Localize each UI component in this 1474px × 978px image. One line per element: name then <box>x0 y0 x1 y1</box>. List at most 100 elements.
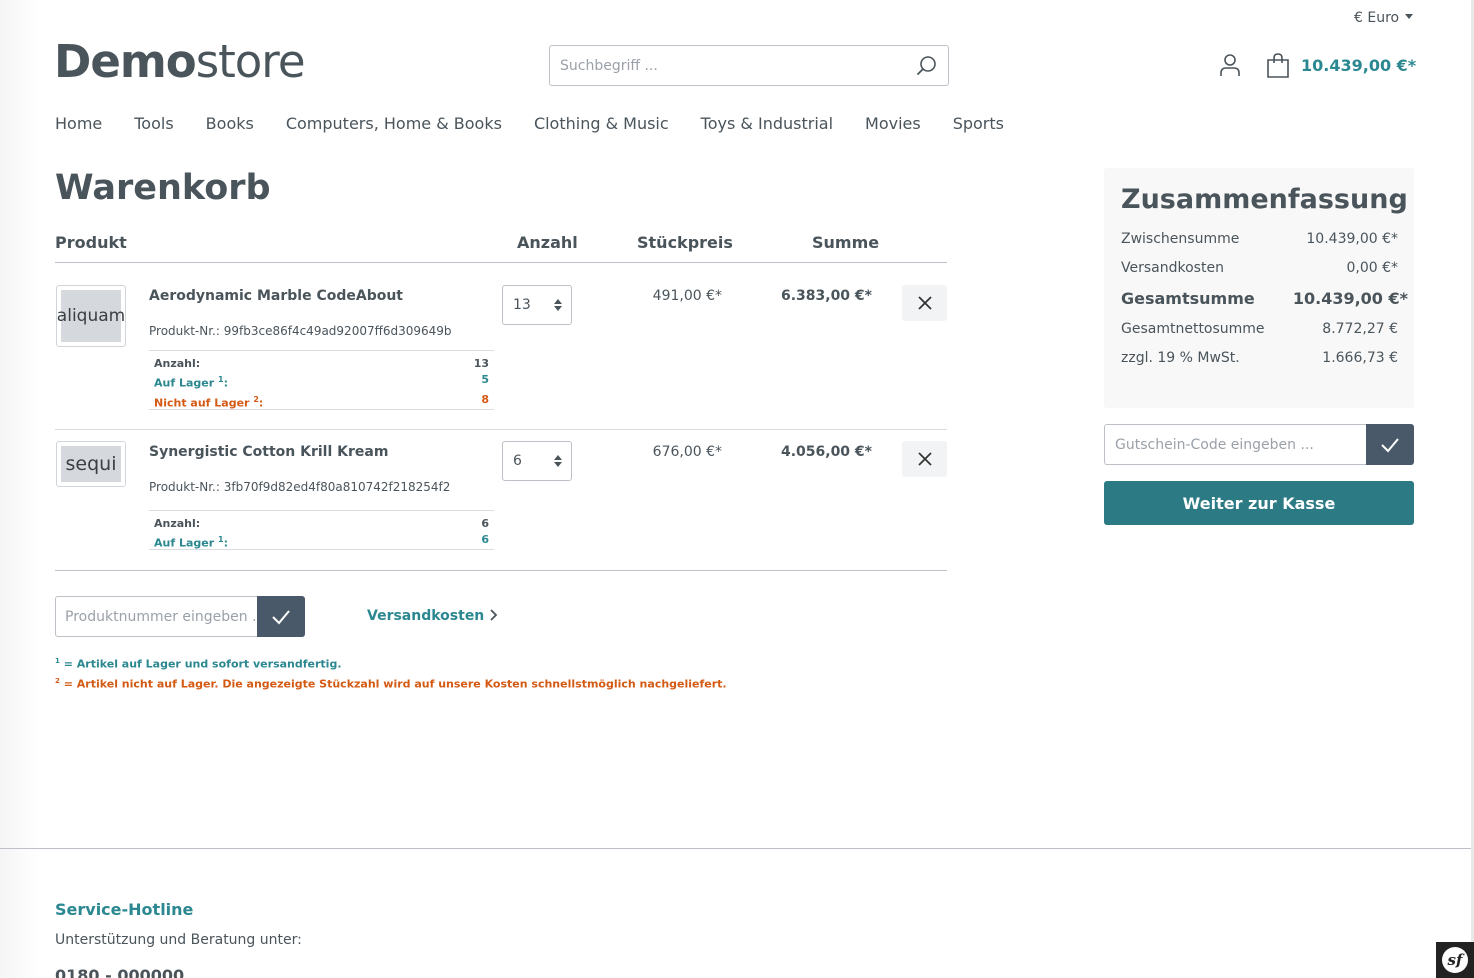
quantity-select[interactable]: 13 <box>502 285 572 325</box>
shipping-costs-link[interactable]: Versandkosten <box>367 608 498 624</box>
quantity-select[interactable]: 6 <box>502 441 572 481</box>
stock-qty-value: 6 <box>481 517 489 530</box>
voucher-code-input[interactable] <box>1104 424 1366 465</box>
nav-item-clothing-music[interactable]: Clothing & Music <box>534 114 669 133</box>
stock-row-quantity: Anzahl: 6 <box>154 516 489 532</box>
summary-value: 8.772,27 € <box>1322 321 1398 337</box>
nav-item-sports[interactable]: Sports <box>953 114 1004 133</box>
service-hotline-text: Unterstützung und Beratung unter: <box>55 932 302 948</box>
stock-qty-label: Anzahl: <box>154 517 201 530</box>
shipping-costs-label: Versandkosten <box>367 608 485 624</box>
in-stock-label-text: Auf Lager <box>154 536 215 550</box>
main-navigation: Home Tools Books Computers, Home & Books… <box>55 114 1036 133</box>
in-stock-value: 5 <box>481 373 489 386</box>
in-stock-label: Auf Lager 1: <box>154 375 228 390</box>
select-arrows-icon <box>554 455 562 467</box>
summary-value: 1.666,73 € <box>1322 350 1398 366</box>
footnote-text-2: = Artikel nicht auf Lager. Die angezeigt… <box>59 677 727 691</box>
product-name-link[interactable]: Synergistic Cotton Krill Kream <box>149 444 388 460</box>
nav-item-tools[interactable]: Tools <box>134 114 173 133</box>
column-header-product: Produkt <box>55 233 127 252</box>
shopping-bag-icon[interactable] <box>1266 53 1290 79</box>
out-of-stock-footnote-mark: 2 <box>253 394 259 404</box>
product-name-link[interactable]: Aerodynamic Marble CodeAbout <box>149 288 403 304</box>
summary-row-grand-total: Gesamtsumme 10.439,00 €* <box>1121 289 1408 308</box>
nav-item-home[interactable]: Home <box>55 114 102 133</box>
product-thumbnail[interactable]: aliquam <box>56 285 126 347</box>
nav-item-movies[interactable]: Movies <box>865 114 921 133</box>
search-input[interactable] <box>550 46 890 85</box>
summary-label: Zwischensumme <box>1121 231 1240 247</box>
page-shadow-left <box>0 0 40 978</box>
product-image: aliquam <box>57 290 125 342</box>
out-of-stock-value: 8 <box>481 392 489 406</box>
summary-value: 0,00 €* <box>1346 260 1398 276</box>
stock-qty-label: Anzahl: <box>154 357 201 370</box>
in-stock-footnote-mark: 1 <box>218 535 224 544</box>
service-hotline-phone[interactable]: 0180 - 000000 <box>55 966 184 978</box>
summary-row-net-total: Gesamtnettosumme 8.772,27 € <box>1121 321 1398 337</box>
nav-item-computers-home-books[interactable]: Computers, Home & Books <box>286 114 502 133</box>
product-image: sequi <box>61 446 121 482</box>
quantity-value: 13 <box>513 297 531 313</box>
voucher-form <box>1104 424 1414 465</box>
stock-info: Anzahl: 6 Auf Lager 1: 6 <box>149 510 494 550</box>
logo-bold-part: Demo <box>54 35 197 88</box>
summary-label: Gesamtnettosumme <box>1121 321 1265 337</box>
column-header-quantity: Anzahl <box>517 233 578 252</box>
chevron-right-icon <box>490 609 498 621</box>
summary-row-vat: zzgl. 19 % MwSt. 1.666,73 € <box>1121 350 1398 366</box>
quantity-value: 6 <box>513 453 522 469</box>
stock-info: Anzahl: 13 Auf Lager 1: 5 Nicht auf Lage… <box>149 350 494 410</box>
column-header-total: Summe <box>812 233 880 252</box>
stock-row-out-of-stock: Nicht auf Lager 2: 8 <box>154 392 489 412</box>
checkmark-icon <box>272 609 290 624</box>
search-bar <box>549 45 949 86</box>
close-icon <box>917 296 932 310</box>
product-number: Produkt-Nr.: 3fb70f9d82ed4f80a810742f218… <box>149 480 451 494</box>
cart-line-item: aliquam Aerodynamic Marble CodeAbout Pro… <box>55 262 947 430</box>
add-product-form <box>55 596 305 637</box>
service-hotline-title: Service-Hotline <box>55 900 194 919</box>
cart-line-item: sequi Synergistic Cotton Krill Kream Pro… <box>55 430 947 571</box>
product-thumbnail[interactable]: sequi <box>56 441 126 487</box>
user-icon[interactable] <box>1218 53 1242 77</box>
page-title: Warenkorb <box>55 168 271 208</box>
currency-dropdown[interactable]: € Euro <box>1354 10 1414 26</box>
unit-price: 676,00 €* <box>652 444 722 460</box>
nav-item-books[interactable]: Books <box>206 114 254 133</box>
remove-item-button[interactable] <box>902 441 947 477</box>
nav-item-toys-industrial[interactable]: Toys & Industrial <box>701 114 833 133</box>
footnote-text-1: = Artikel auf Lager und sofort versandfe… <box>59 657 342 671</box>
remove-item-button[interactable] <box>902 285 947 321</box>
add-product-submit-button[interactable] <box>257 596 305 637</box>
search-icon[interactable] <box>916 55 938 77</box>
stock-row-quantity: Anzahl: 13 <box>154 356 489 372</box>
order-summary: Zusammenfassung Zwischensumme 10.439,00 … <box>1104 168 1414 408</box>
summary-value: 10.439,00 €* <box>1292 289 1408 308</box>
symfony-debug-toolbar-button[interactable]: sf <box>1436 942 1474 978</box>
summary-title: Zusammenfassung <box>1121 184 1408 215</box>
summary-label: Versandkosten <box>1121 260 1224 276</box>
voucher-submit-button[interactable] <box>1366 424 1414 465</box>
in-stock-footnote-mark: 1 <box>218 375 224 384</box>
product-number: Produkt-Nr.: 99fb3ce86f4c49ad92007ff6d30… <box>149 324 452 338</box>
stock-row-in-stock: Auf Lager 1: 5 <box>154 372 489 392</box>
column-header-unit-price: Stückpreis <box>637 233 733 252</box>
currency-label: € Euro <box>1354 10 1400 26</box>
header-cart-total[interactable]: 10.439,00 €* <box>1301 56 1416 75</box>
summary-label: zzgl. 19 % MwSt. <box>1121 350 1240 366</box>
summary-value: 10.439,00 €* <box>1306 231 1398 247</box>
out-of-stock-label-text: Nicht auf Lager <box>154 396 250 410</box>
product-number-input[interactable] <box>55 596 258 637</box>
store-logo[interactable]: Demostore <box>54 35 306 88</box>
line-total: 6.383,00 €* <box>780 288 872 304</box>
footnote-in-stock: 1 = Artikel auf Lager und sofort versand… <box>55 657 342 671</box>
out-of-stock-label: Nicht auf Lager 2: <box>154 394 264 410</box>
caret-down-icon <box>1405 13 1414 19</box>
in-stock-label-text: Auf Lager <box>154 376 215 390</box>
checkout-button[interactable]: Weiter zur Kasse <box>1104 481 1414 525</box>
line-total: 4.056,00 €* <box>780 444 872 460</box>
checkmark-icon <box>1381 437 1399 452</box>
summary-label: Gesamtsumme <box>1121 289 1255 308</box>
